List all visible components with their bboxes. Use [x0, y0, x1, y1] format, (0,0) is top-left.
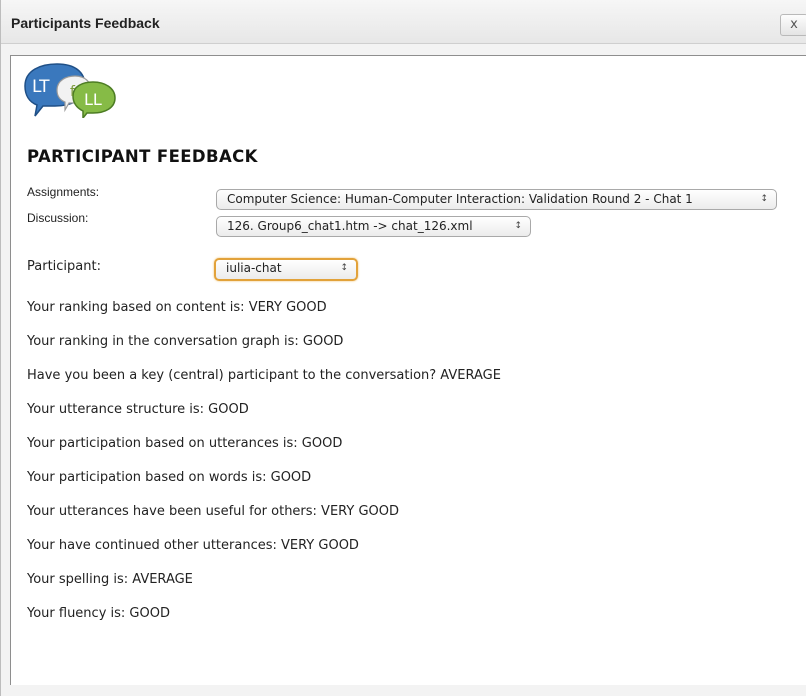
close-button[interactable]: x: [780, 14, 806, 36]
dialog-titlebar[interactable]: Participants Feedback x: [1, 0, 806, 44]
page-heading: PARTICIPANT FEEDBACK: [27, 147, 258, 166]
participant-select-value: iulia-chat: [226, 261, 282, 275]
assignments-select-value: Computer Science: Human-Computer Interac…: [227, 192, 693, 206]
select-arrow-icon: ↕: [514, 221, 522, 231]
logo-letters-ll: LL: [84, 90, 102, 109]
discussion-label: Discussion:: [27, 211, 89, 225]
feedback-dialog: Participants Feedback x LT f LL PARTICIP…: [0, 0, 806, 696]
feedback-utterance-structure: Your utterance structure is: GOOD: [27, 402, 249, 417]
participant-label: Participant:: [27, 259, 101, 274]
feedback-participation-words: Your participation based on words is: GO…: [27, 470, 312, 485]
feedback-fluency: Your fluency is: GOOD: [27, 606, 170, 621]
feedback-spelling: Your spelling is: AVERAGE: [27, 572, 193, 587]
discussion-select[interactable]: 126. Group6_chat1.htm -> chat_126.xml ↕: [216, 216, 531, 237]
logo-letters-lt: LT: [32, 77, 50, 97]
feedback-participation-utterances: Your participation based on utterances i…: [27, 436, 343, 451]
feedback-graph-ranking: Your ranking in the conversation graph i…: [27, 334, 344, 349]
discussion-select-value: 126. Group6_chat1.htm -> chat_126.xml: [227, 219, 473, 233]
participant-select[interactable]: iulia-chat ↕: [214, 258, 358, 281]
select-arrow-icon: ↕: [760, 194, 768, 204]
ltfll-logo: LT f LL: [24, 63, 116, 118]
select-arrow-icon: ↕: [340, 263, 348, 273]
assignments-label: Assignments:: [27, 185, 100, 199]
feedback-content-ranking: Your ranking based on content is: VERY G…: [27, 300, 327, 315]
feedback-useful-utterances: Your utterances have been useful for oth…: [27, 504, 399, 519]
assignments-select[interactable]: Computer Science: Human-Computer Interac…: [216, 189, 777, 210]
feedback-central-participant: Have you been a key (central) participan…: [27, 368, 501, 383]
feedback-continued-utterances: Your have continued other utterances: VE…: [27, 538, 359, 553]
dialog-title: Participants Feedback: [11, 15, 160, 31]
